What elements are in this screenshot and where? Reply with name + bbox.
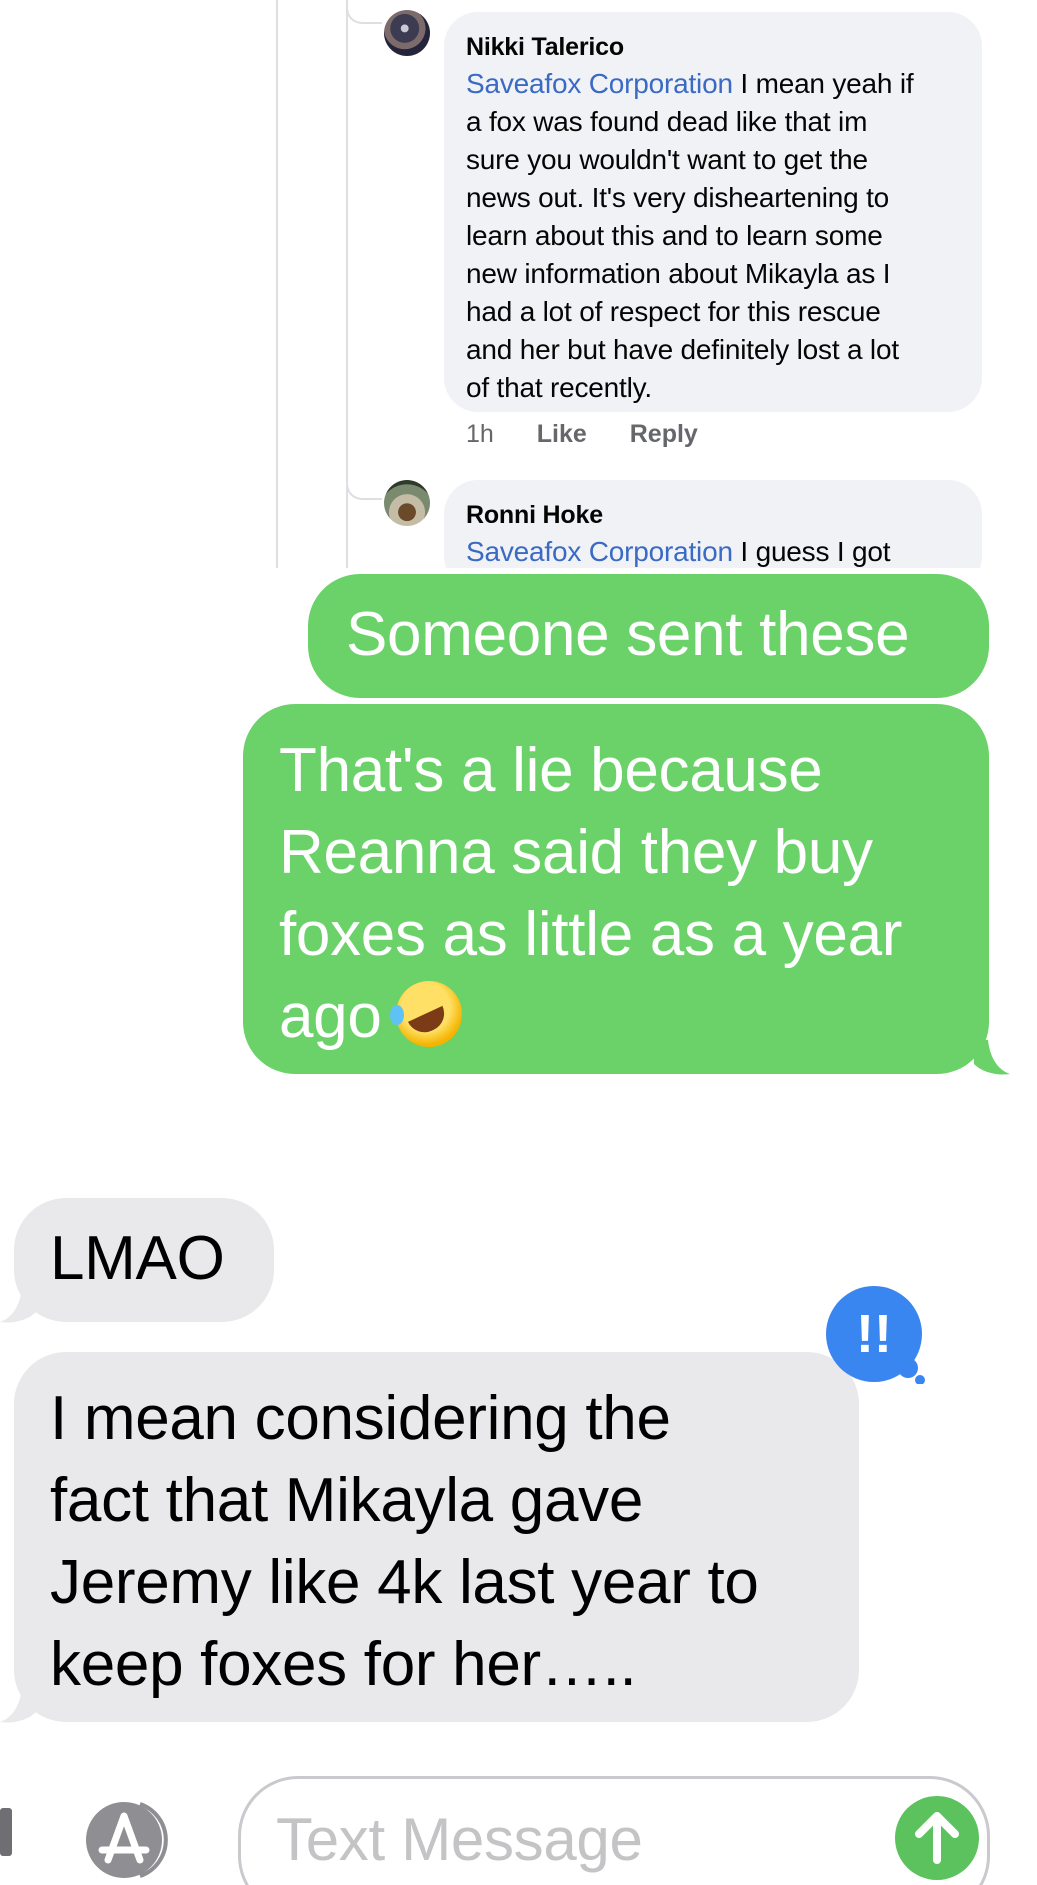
comment-bubble: Ronni Hoke Saveafox Corporation I guess … (444, 480, 982, 568)
laughing-emoji-icon (389, 981, 462, 1047)
mention-link: Saveafox Corporation (466, 68, 733, 99)
bubble-tail-icon (974, 1040, 1010, 1075)
send-button[interactable] (895, 1796, 979, 1880)
reply-branch-line (346, 476, 382, 500)
camera-button[interactable] (0, 1808, 12, 1856)
received-message[interactable]: LMAO (14, 1198, 274, 1322)
like-link: Like (536, 420, 587, 448)
comment-text: Saveafox Corporation I guess I got (466, 536, 891, 567)
comment-time: 1h (466, 420, 494, 448)
comment-author: Ronni Hoke (466, 501, 603, 529)
comment-actions: 1h Like Reply (466, 420, 734, 449)
exclamation-tapback-icon[interactable]: !! (824, 1286, 926, 1384)
reply-link: Reply (629, 420, 698, 448)
comment-author: Nikki Talerico (466, 33, 624, 61)
bubble-tail-icon (0, 1688, 36, 1723)
message-input-placeholder: Text Message (276, 1806, 643, 1873)
avatar (384, 480, 430, 526)
avatar (384, 10, 430, 56)
tapback-symbol: !! (856, 1304, 892, 1364)
bubble-tail-icon (0, 1288, 36, 1323)
comment-text: Saveafox Corporation I mean yeah if a fo… (466, 68, 914, 403)
app-store-icon[interactable] (78, 1800, 176, 1880)
reply-branch-line (346, 0, 382, 24)
sent-message[interactable]: That's a lie because Reanna said they bu… (243, 704, 989, 1074)
arrow-up-icon (915, 1812, 959, 1864)
sent-message[interactable]: Someone sent these (308, 574, 989, 698)
received-message[interactable]: I mean considering the fact that Mikayla… (14, 1352, 859, 1722)
mention-link: Saveafox Corporation (466, 536, 733, 567)
thread-line (276, 0, 278, 568)
shared-screenshot[interactable]: Nikki Talerico Saveafox Corporation I me… (0, 0, 1037, 568)
comment-bubble: Nikki Talerico Saveafox Corporation I me… (444, 12, 982, 412)
